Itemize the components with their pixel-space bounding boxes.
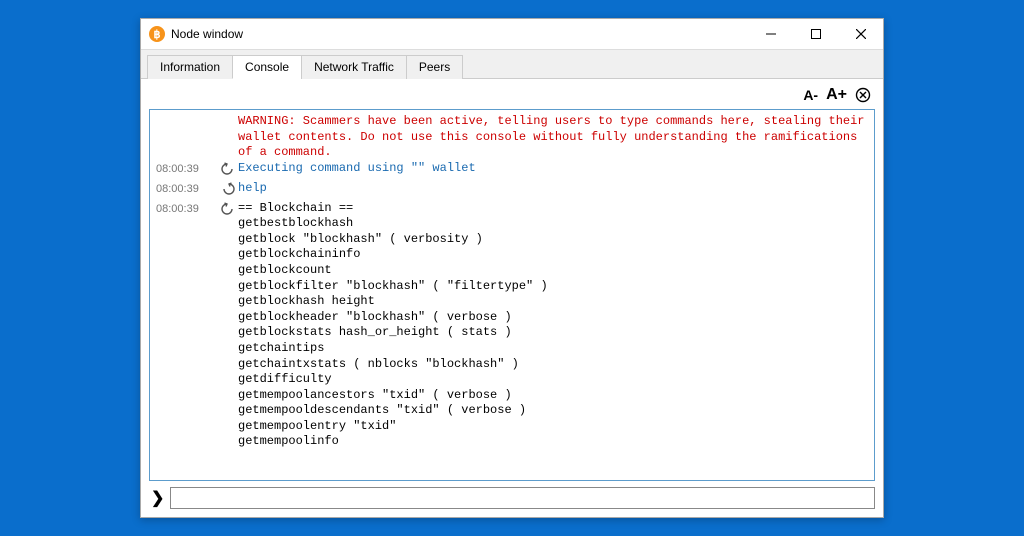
font-decrease-button[interactable]: A-: [803, 88, 818, 102]
console-message: help: [238, 181, 868, 197]
titlebar: ฿ Node window: [141, 19, 883, 49]
timestamp: 08:00:39: [156, 201, 218, 216]
tab-bar: Information Console Network Traffic Peer…: [141, 49, 883, 79]
console-input[interactable]: [170, 487, 875, 509]
tab-network-traffic[interactable]: Network Traffic: [301, 55, 407, 79]
reply-icon: [218, 201, 238, 221]
prompt-icon: ❯: [149, 488, 166, 508]
cmd-icon: [218, 181, 238, 201]
console-message: Executing command using "" wallet: [238, 161, 868, 177]
tab-information[interactable]: Information: [147, 55, 233, 79]
console-row: 08:00:39 Executing command using "" walle…: [156, 161, 868, 181]
console-warning-row: WARNING: Scammers have been active, tell…: [156, 114, 868, 161]
console-row: 08:00:39 help: [156, 181, 868, 201]
window-title: Node window: [171, 27, 243, 41]
tab-peers[interactable]: Peers: [406, 55, 463, 79]
console-row: 08:00:39 == Blockchain == getbestblockhas…: [156, 201, 868, 451]
timestamp: 08:00:39: [156, 181, 218, 196]
console-message: == Blockchain == getbestblockhash getblo…: [238, 201, 868, 451]
reply-icon: [218, 161, 238, 181]
timestamp: 08:00:39: [156, 161, 218, 176]
console-input-row: ❯: [149, 487, 875, 509]
close-button[interactable]: [838, 19, 883, 49]
console-output[interactable]: WARNING: Scammers have been active, tell…: [149, 109, 875, 481]
console-panel: A- A+ WARNING: Scammers have been active…: [141, 79, 883, 517]
console-warning-text: WARNING: Scammers have been active, tell…: [238, 114, 868, 161]
maximize-button[interactable]: [793, 19, 838, 49]
minimize-button[interactable]: [748, 19, 793, 49]
tab-console[interactable]: Console: [232, 55, 302, 79]
bitcoin-icon: ฿: [149, 26, 165, 42]
font-increase-button[interactable]: A+: [826, 87, 847, 103]
node-window: ฿ Node window Information Console Networ…: [140, 18, 884, 518]
console-toolbar: A- A+: [149, 85, 875, 109]
clear-console-button[interactable]: [855, 87, 871, 103]
